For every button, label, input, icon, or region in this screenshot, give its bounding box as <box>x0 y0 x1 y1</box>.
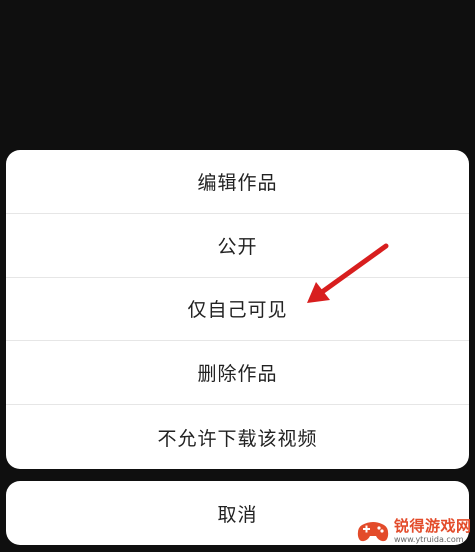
watermark: 锐得游戏网 www.ytruida.com <box>356 512 474 550</box>
watermark-title: 锐得游戏网 <box>394 516 472 535</box>
menu-item-public[interactable]: 公开 <box>6 214 469 278</box>
menu-item-disallow-download[interactable]: 不允许下载该视频 <box>6 405 469 469</box>
watermark-url: www.ytruida.com <box>394 534 464 544</box>
action-sheet: 编辑作品 公开 仅自己可见 删除作品 不允许下载该视频 <box>6 150 469 469</box>
menu-item-only-me[interactable]: 仅自己可见 <box>6 278 469 342</box>
screen: 编辑作品 公开 仅自己可见 删除作品 不允许下载该视频 取消 锐得游戏网 www… <box>0 0 475 552</box>
menu-item-delete-work[interactable]: 删除作品 <box>6 341 469 406</box>
gamepad-logo-icon <box>357 522 389 542</box>
menu-item-edit-work[interactable]: 编辑作品 <box>6 150 469 214</box>
